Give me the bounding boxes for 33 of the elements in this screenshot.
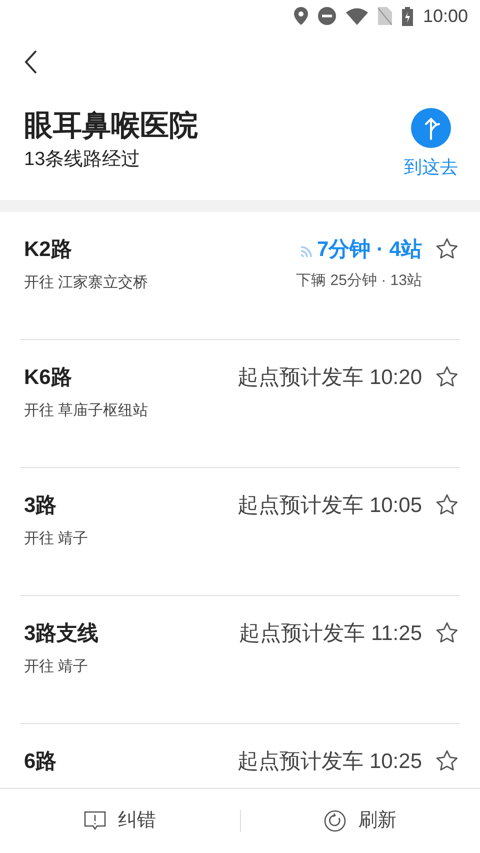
battery-icon <box>402 6 413 26</box>
route-destination: 开往 江家寨立交桥 <box>24 272 150 292</box>
refresh-icon <box>324 810 346 832</box>
departure-time: 起点预计发车 10:20 <box>238 365 422 391</box>
refresh-button[interactable]: 刷新 <box>240 806 480 836</box>
route-destination: 开往 草庙子枢纽站 <box>24 400 150 420</box>
location-icon <box>294 7 308 25</box>
route-item[interactable]: K2路 开往 江家寨立交桥 7分钟 · 4站 下辆 25分钟 · 13站 <box>20 212 460 340</box>
route-name: 3路 <box>24 493 58 519</box>
route-destination: 开往 靖子 <box>24 656 90 676</box>
feedback-icon <box>84 811 106 831</box>
route-destination: 开往 靖子 <box>24 528 90 548</box>
place-title: 眼耳鼻喉医院 <box>24 109 198 144</box>
no-sim-icon <box>378 7 392 25</box>
route-name: K2路 <box>24 237 73 263</box>
wifi-icon <box>346 8 368 24</box>
departure-time: 起点预计发车 11:25 <box>239 621 422 647</box>
route-name: 6路 <box>24 749 58 775</box>
departure-time: 起点预计发车 10:05 <box>238 493 422 519</box>
route-name: 3路支线 <box>24 621 100 647</box>
departure-time: 起点预计发车 10:25 <box>238 749 422 775</box>
next-bus-info: 下辆 25分钟 · 13站 <box>296 270 422 290</box>
arrival-time: 7分钟 · 4站 <box>316 237 422 263</box>
route-name: K6路 <box>24 365 73 391</box>
route-item[interactable]: 3路支线 开往 靖子 起点预计发车 11:25 <box>20 596 460 724</box>
report-error-button[interactable]: 纠错 <box>0 806 240 836</box>
route-item[interactable]: K6路 开往 草庙子枢纽站 起点预计发车 10:20 <box>20 340 460 468</box>
do-not-disturb-icon <box>318 7 336 25</box>
clock: 10:00 <box>422 4 468 28</box>
back-icon[interactable] <box>24 50 38 74</box>
route-item[interactable]: 3路 开往 靖子 起点预计发车 10:05 <box>20 468 460 596</box>
directions-icon <box>411 108 451 148</box>
route-count: 13条线路经过 <box>24 148 142 172</box>
